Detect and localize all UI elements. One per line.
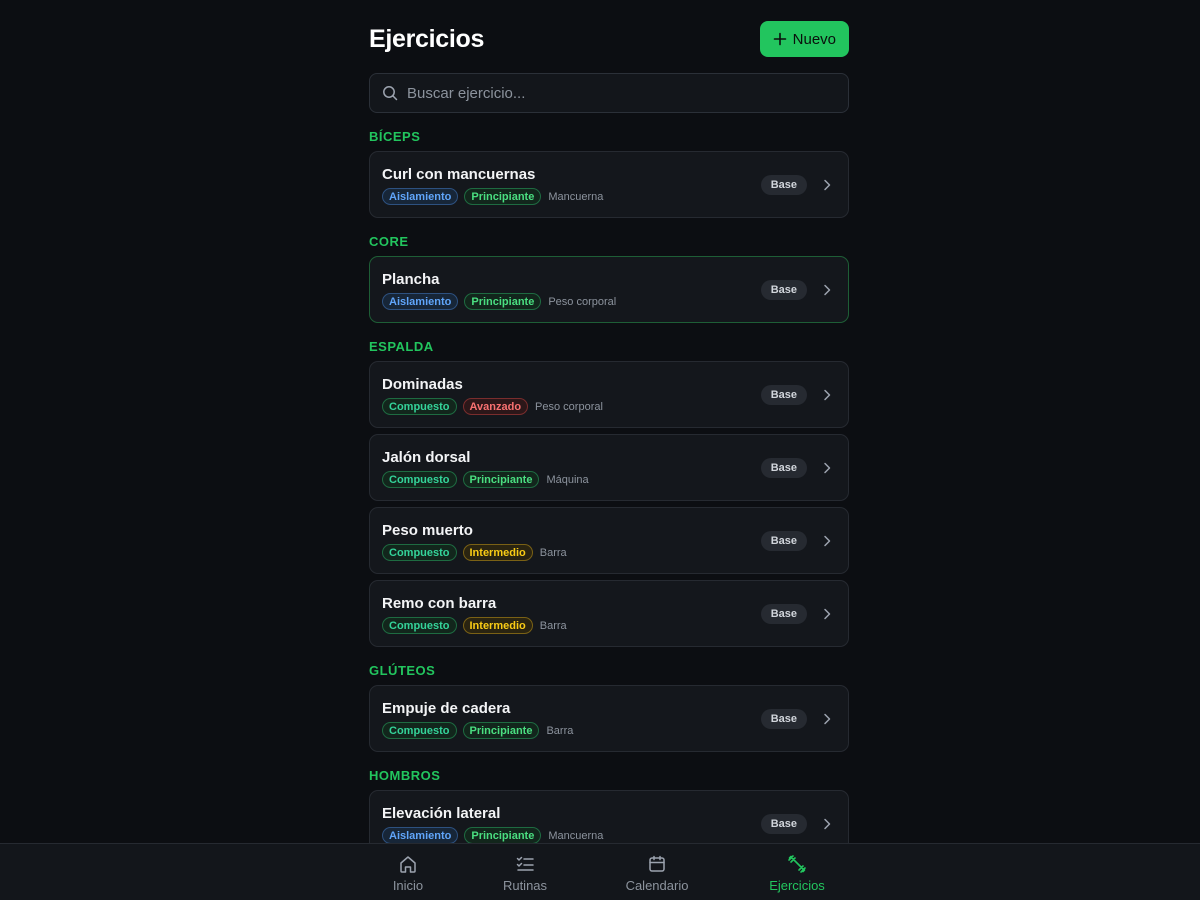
base-badge: Base [760, 385, 807, 405]
chevron-right-icon [824, 284, 831, 296]
exercise-name: Remo con barra [382, 595, 497, 612]
chevron-right-icon [824, 179, 831, 191]
exercise-name: Peso muerto [382, 522, 473, 539]
nav-item-rutinas[interactable]: Rutinas [495, 844, 555, 900]
level-tag: Principiante [462, 722, 540, 739]
chevron-right-icon [824, 608, 831, 620]
equipment-label: Peso corporal [548, 295, 617, 308]
type-tag: Aislamiento [382, 188, 459, 205]
chevron-right-icon [824, 535, 831, 547]
calendar-icon [649, 855, 665, 872]
exercise-card[interactable]: Plancha Aislamiento Principiante Peso co… [369, 256, 849, 323]
exercise-card[interactable]: Jalón dorsal Compuesto Principiante Máqu… [369, 434, 849, 501]
exercise-card[interactable]: Dominadas Compuesto Avanzado Peso corpor… [369, 361, 849, 428]
exercise-card[interactable]: Empuje de cadera Compuesto Principiante … [369, 685, 849, 752]
equipment-label: Mancuerna [548, 190, 604, 203]
level-tag: Principiante [464, 188, 542, 205]
exercise-card[interactable]: Peso muerto Compuesto Intermedio Barra B… [369, 507, 849, 574]
home-icon [400, 856, 416, 873]
level-tag: Intermedio [462, 617, 533, 634]
new-exercise-label: Nuevo [792, 30, 836, 48]
level-tag: Principiante [464, 827, 542, 844]
nav-item-ejercicios[interactable]: Ejercicios [762, 844, 832, 900]
nav-label: Ejercicios [769, 878, 825, 893]
equipment-label: Barra [539, 619, 567, 632]
level-tag: Intermedio [462, 544, 533, 561]
base-badge: Base [760, 814, 807, 834]
page-header: Ejercicios Nuevo [369, 21, 849, 57]
exercise-card[interactable]: Remo con barra Compuesto Intermedio Barr… [369, 580, 849, 647]
base-badge: Base [760, 709, 807, 729]
equipment-label: Peso corporal [535, 400, 603, 413]
level-tag: Avanzado [462, 398, 529, 415]
chevron-right-icon [824, 389, 831, 401]
nav-item-calendario[interactable]: Calendario [617, 844, 697, 900]
base-badge: Base [760, 458, 807, 478]
type-tag: Compuesto [382, 617, 457, 634]
equipment-label: Barra [539, 546, 567, 559]
nav-label: Calendario [625, 878, 689, 893]
nav-label: Inicio [392, 878, 424, 893]
search-input[interactable] [407, 84, 827, 102]
type-tag: Compuesto [382, 471, 457, 488]
chevron-right-icon [824, 818, 831, 830]
base-badge: Base [760, 604, 807, 624]
base-badge: Base [760, 175, 807, 195]
checklist-icon [516, 856, 534, 871]
section-label-gluteos: GLÚTEOS [369, 663, 436, 678]
plus-icon [773, 32, 786, 46]
exercise-name: Empuje de cadera [382, 700, 511, 717]
search-box[interactable] [369, 73, 849, 113]
exercise-name: Jalón dorsal [382, 449, 471, 466]
equipment-label: Máquina [546, 473, 589, 486]
bottom-nav: Inicio Rutinas Calendario Ejercicios [0, 843, 1200, 900]
section-label-espalda: ESPALDA [369, 339, 434, 354]
exercise-name: Plancha [382, 271, 440, 288]
type-tag: Aislamiento [382, 827, 459, 844]
exercise-name: Dominadas [382, 376, 463, 393]
exercise-name: Elevación lateral [382, 805, 501, 822]
section-label-biceps: BÍCEPS [369, 129, 421, 144]
base-badge: Base [760, 531, 807, 551]
base-badge: Base [760, 280, 807, 300]
section-label-core: CORE [369, 234, 409, 249]
equipment-label: Mancuerna [548, 829, 604, 842]
search-icon [383, 86, 398, 101]
exercise-card[interactable]: Curl con mancuernas Aislamiento Principi… [369, 151, 849, 218]
new-exercise-button[interactable]: Nuevo [759, 21, 849, 57]
level-tag: Principiante [462, 471, 540, 488]
chevron-right-icon [824, 713, 831, 725]
type-tag: Aislamiento [382, 293, 459, 310]
section-label-hombros: HOMBROS [369, 768, 441, 783]
nav-item-inicio[interactable]: Inicio [378, 844, 438, 900]
type-tag: Compuesto [382, 398, 457, 415]
type-tag: Compuesto [382, 544, 457, 561]
dumbbell-icon [788, 855, 806, 873]
exercise-name: Curl con mancuernas [382, 166, 536, 183]
level-tag: Principiante [464, 293, 542, 310]
page-title: Ejercicios [369, 24, 485, 53]
equipment-label: Barra [546, 724, 574, 737]
nav-label: Rutinas [502, 878, 548, 893]
type-tag: Compuesto [382, 722, 457, 739]
chevron-right-icon [824, 462, 831, 474]
